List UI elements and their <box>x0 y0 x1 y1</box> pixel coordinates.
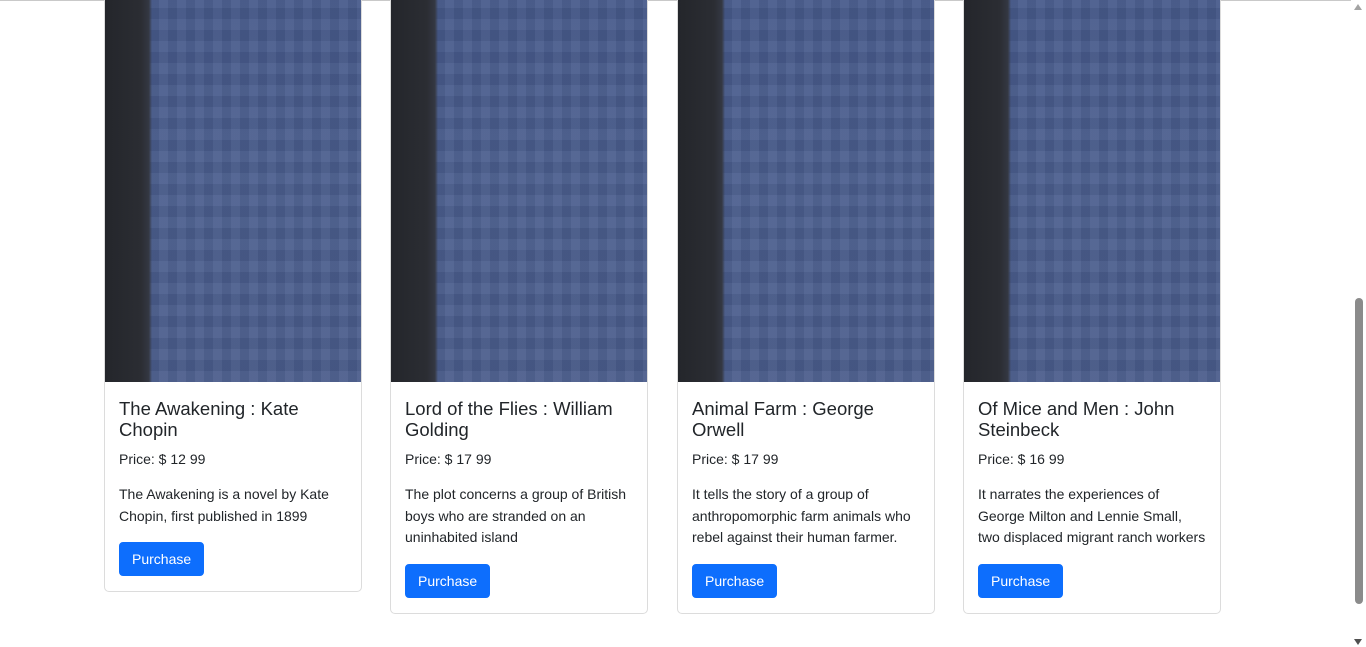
purchase-button[interactable]: Purchase <box>692 563 778 598</box>
book-cover-image <box>678 0 934 382</box>
vertical-scrollbar[interactable] <box>1351 0 1366 647</box>
book-price: Price: $ 17 99 <box>405 451 492 467</box>
book-price: Price: $ 12 99 <box>119 451 206 467</box>
purchase-button[interactable]: Purchase <box>405 563 491 598</box>
book-cover-image <box>964 0 1220 382</box>
book-description: It tells the story of a group of anthrop… <box>692 486 911 546</box>
book-title: The Awakening : Kate Chopin <box>119 398 299 440</box>
scroll-up-arrow-icon[interactable] <box>1354 4 1362 10</box>
book-cover-image <box>391 0 647 382</box>
book-price: Price: $ 16 99 <box>978 451 1065 467</box>
book-card: Animal Farm : George Orwell Price: $ 17 … <box>677 0 935 614</box>
card-body: Animal Farm : George Orwell Price: $ 17 … <box>678 382 934 613</box>
card-body: Lord of the Flies : William Golding Pric… <box>391 382 647 613</box>
scroll-down-arrow-icon[interactable] <box>1354 639 1362 645</box>
book-title: Lord of the Flies : William Golding <box>405 398 613 440</box>
book-description: The Awakening is a novel by Kate Chopin,… <box>119 486 329 524</box>
book-cover-image <box>105 0 361 382</box>
book-card: Lord of the Flies : William Golding Pric… <box>390 0 648 614</box>
purchase-button[interactable]: Purchase <box>978 563 1064 598</box>
card-body: The Awakening : Kate Chopin Price: $ 12 … <box>105 382 361 591</box>
book-description: The plot concerns a group of British boy… <box>405 486 627 546</box>
purchase-button[interactable]: Purchase <box>119 542 205 577</box>
page: The Awakening : Kate Chopin Price: $ 12 … <box>0 0 1366 647</box>
book-price: Price: $ 17 99 <box>692 451 779 467</box>
book-title: Of Mice and Men : John Steinbeck <box>978 398 1175 440</box>
scrollbar-thumb[interactable] <box>1355 298 1363 604</box>
book-card: The Awakening : Kate Chopin Price: $ 12 … <box>104 0 362 593</box>
card-body: Of Mice and Men : John Steinbeck Price: … <box>964 382 1220 613</box>
book-card: Of Mice and Men : John Steinbeck Price: … <box>963 0 1221 614</box>
book-description: It narrates the experiences of George Mi… <box>978 486 1206 546</box>
book-title: Animal Farm : George Orwell <box>692 398 874 440</box>
